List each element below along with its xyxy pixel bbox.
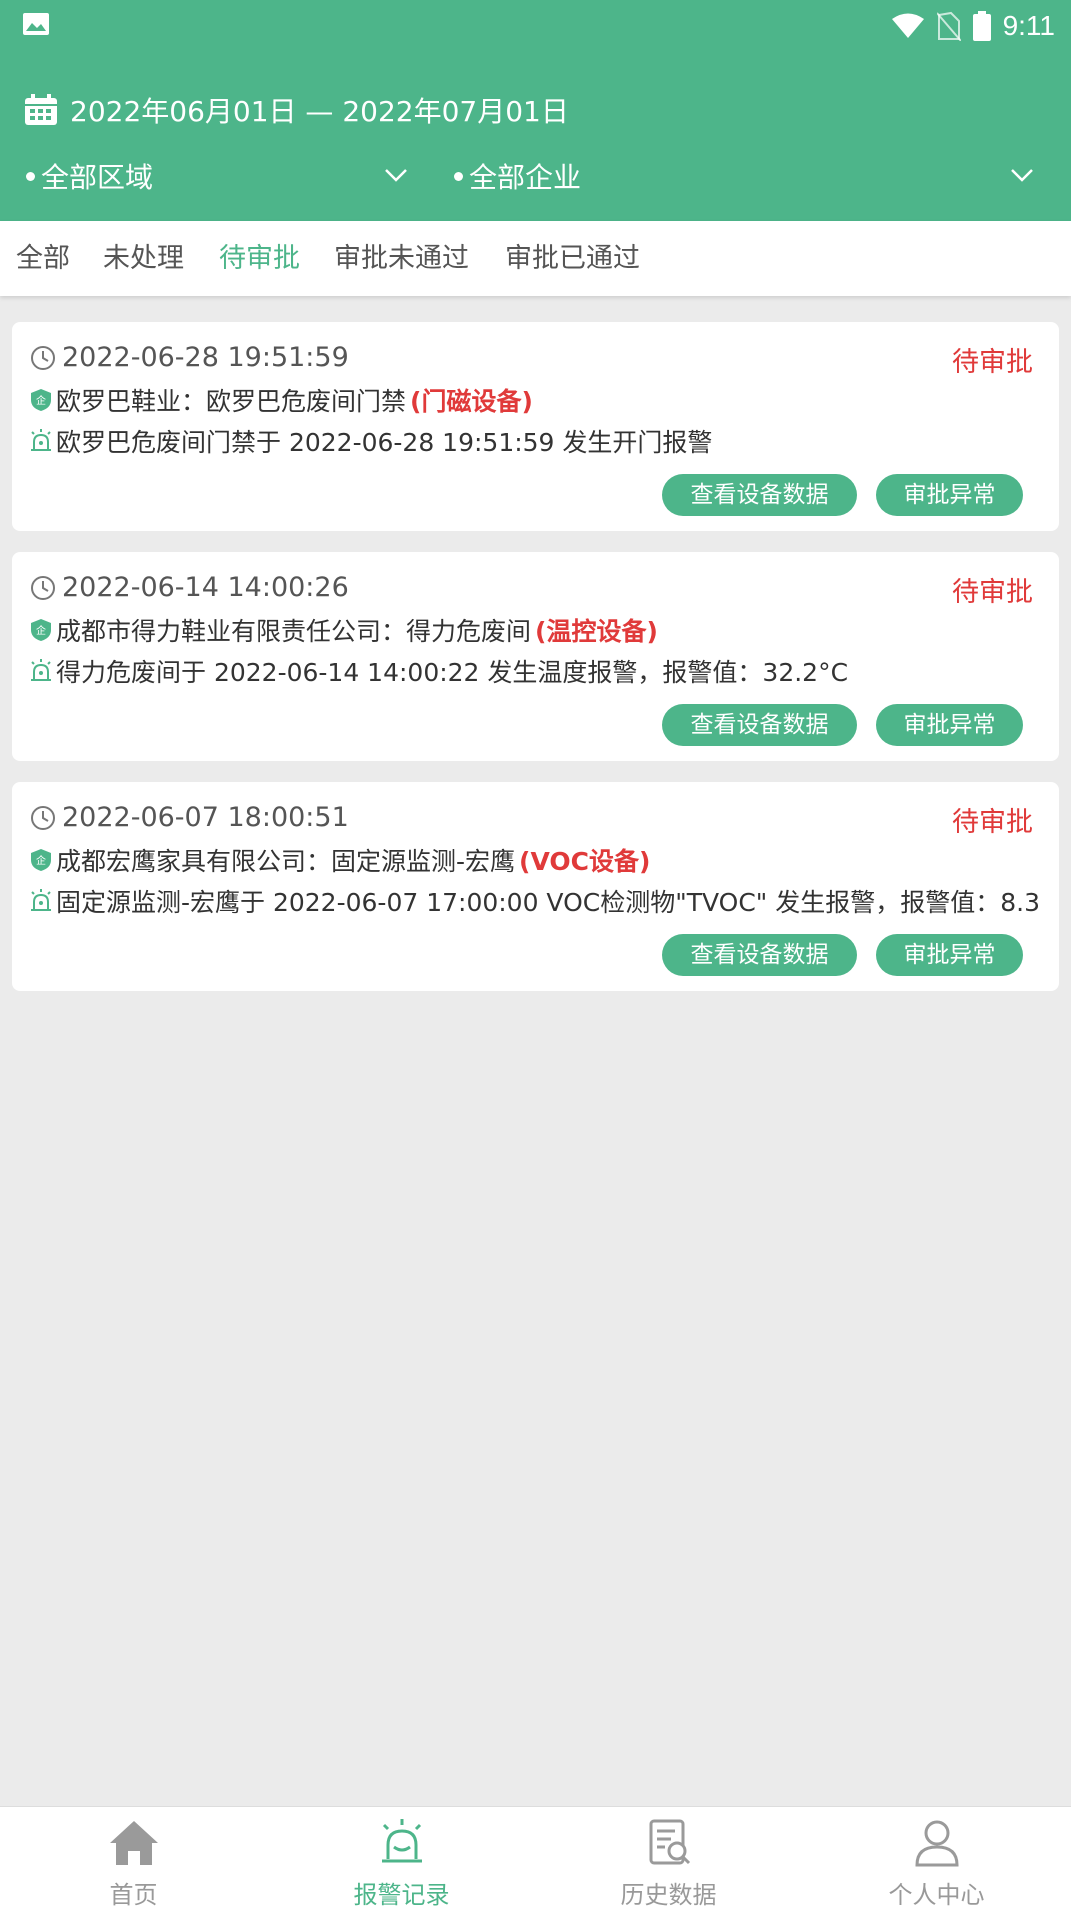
alert-device-type: (门磁设备) [410, 387, 533, 416]
alert-time: 2022-06-14 14:00:26 [62, 572, 349, 603]
nav-alarm-records-label: 报警记录 [353, 1881, 450, 1909]
alert-time-row: 2022-06-14 14:00:26 [30, 572, 349, 603]
alert-status: 待审批 [952, 347, 1033, 378]
tab-pending-approval[interactable]: 待审批 [219, 221, 300, 296]
alert-card[interactable]: 2022-06-14 14:00:26 待审批 企 成都市得力鞋业有限责任公司：… [12, 552, 1059, 761]
alert-message: 固定源监测-宏鹰于 2022-06-07 17:00:00 VOC检测物"TVO… [56, 888, 1040, 917]
alert-message: 得力危废间于 2022-06-14 14:00:22 发生温度报警，报警值：32… [56, 658, 849, 687]
clock-icon [31, 805, 55, 830]
nav-history-data-label: 历史数据 [620, 1881, 717, 1909]
bullet-dot [454, 171, 463, 181]
alert-message-row: 欧罗巴危废间门禁于 2022-06-28 19:51:59 发生开门报警 [30, 423, 712, 459]
alert-message-row: 固定源监测-宏鹰于 2022-06-07 17:00:00 VOC检测物"TVO… [30, 883, 1040, 919]
enterprise-shield-icon: 企 [31, 619, 51, 641]
clock-icon [31, 575, 55, 600]
nav-alarm-records[interactable]: 报警记录 [268, 1807, 535, 1911]
status-tabs: 全部 未处理 待审批 审批未通过 审批已通过 [0, 221, 1071, 296]
bullet-dot [26, 171, 35, 181]
alert-source-row: 企 欧罗巴鞋业：欧罗巴危废间门禁 (门磁设备) [30, 382, 533, 418]
status-bar: 9:11 [0, 0, 1071, 52]
alert-source: 成都宏鹰家具有限公司：固定源监测-宏鹰 [56, 847, 516, 876]
clock-time: 9:11 [1002, 10, 1055, 41]
history-icon [649, 1819, 690, 1865]
battery-icon [972, 11, 991, 41]
chevron-down-icon[interactable] [1009, 162, 1035, 188]
svg-text:企: 企 [36, 394, 46, 407]
alert-message-row: 得力危废间于 2022-06-14 14:00:22 发生温度报警，报警值：32… [30, 653, 848, 689]
tab-approval-passed[interactable]: 审批已通过 [505, 221, 640, 296]
person-icon [914, 1820, 959, 1867]
nav-home-label: 首页 [109, 1881, 158, 1909]
alert-time-row: 2022-06-07 18:00:51 [30, 802, 349, 833]
alert-status: 待审批 [952, 807, 1033, 838]
alarm-icon [31, 429, 51, 451]
alert-card[interactable]: 2022-06-07 18:00:51 待审批 企 成都宏鹰家具有限公司：固定源… [12, 782, 1059, 991]
wifi-icon [891, 13, 924, 38]
date-range-text: 2022年06月01日 — 2022年07月01日 [70, 95, 569, 128]
alert-message: 欧罗巴危废间门禁于 2022-06-28 19:51:59 发生开门报警 [56, 428, 713, 457]
chevron-down-icon[interactable] [383, 162, 409, 188]
view-device-data-button[interactable]: 查看设备数据 [662, 474, 857, 516]
alert-source-row: 企 成都宏鹰家具有限公司：固定源监测-宏鹰 (VOC设备) [30, 842, 650, 878]
tab-all[interactable]: 全部 [16, 221, 70, 296]
svg-text:企: 企 [36, 854, 46, 867]
alarm-icon [31, 659, 51, 681]
alert-source-row: 企 成都市得力鞋业有限责任公司：得力危废间 (温控设备) [30, 612, 658, 648]
alert-source: 欧罗巴鞋业：欧罗巴危废间门禁 [56, 387, 407, 416]
approve-exception-button[interactable]: 审批异常 [876, 934, 1023, 976]
region-filter[interactable]: 全部区域 [26, 150, 153, 202]
alert-source: 成都市得力鞋业有限责任公司：得力危废间 [56, 617, 532, 646]
clock-icon [31, 345, 55, 370]
nav-home[interactable]: 首页 [0, 1807, 267, 1911]
region-filter-label: 全部区域 [41, 161, 154, 194]
company-filter[interactable]: 全部企业 [454, 150, 581, 202]
header: 9:11 2022年06月01日 — 2022年07月01日 全部区域 全部企业 [0, 0, 1071, 221]
calendar-icon [25, 94, 57, 125]
approve-exception-button[interactable]: 审批异常 [876, 704, 1023, 746]
alert-device-type: (温控设备) [535, 617, 658, 646]
nav-personal-center[interactable]: 个人中心 [803, 1807, 1070, 1911]
view-device-data-button[interactable]: 查看设备数据 [662, 704, 857, 746]
svg-text:企: 企 [36, 624, 46, 637]
alarm-icon [31, 889, 51, 911]
bottom-navigation: 首页 报警记录 历史数据 个人中心 [0, 1806, 1071, 1911]
alert-time: 2022-06-07 18:00:51 [62, 802, 349, 833]
company-filter-label: 全部企业 [469, 161, 582, 194]
alert-card[interactable]: 2022-06-28 19:51:59 待审批 企 欧罗巴鞋业：欧罗巴危废间门禁… [12, 322, 1059, 531]
alert-status: 待审批 [952, 577, 1033, 608]
nav-history-data[interactable]: 历史数据 [535, 1807, 802, 1911]
nav-personal-center-label: 个人中心 [888, 1881, 985, 1909]
enterprise-shield-icon: 企 [31, 389, 51, 411]
tab-unprocessed[interactable]: 未处理 [103, 221, 184, 296]
date-range-picker[interactable]: 2022年06月01日 — 2022年07月01日 [24, 90, 569, 130]
alert-time-row: 2022-06-28 19:51:59 [30, 342, 349, 373]
image-notification-icon [23, 13, 49, 35]
alert-time: 2022-06-28 19:51:59 [62, 342, 349, 373]
view-device-data-button[interactable]: 查看设备数据 [662, 934, 857, 976]
enterprise-shield-icon: 企 [31, 849, 51, 871]
home-icon [109, 1821, 158, 1865]
alarm-icon [381, 1819, 422, 1863]
tab-approval-rejected[interactable]: 审批未通过 [334, 221, 469, 296]
filter-row: 全部区域 全部企业 [0, 150, 1071, 202]
alert-device-type: (VOC设备) [519, 847, 651, 876]
no-sim-icon [936, 11, 961, 41]
approve-exception-button[interactable]: 审批异常 [876, 474, 1023, 516]
